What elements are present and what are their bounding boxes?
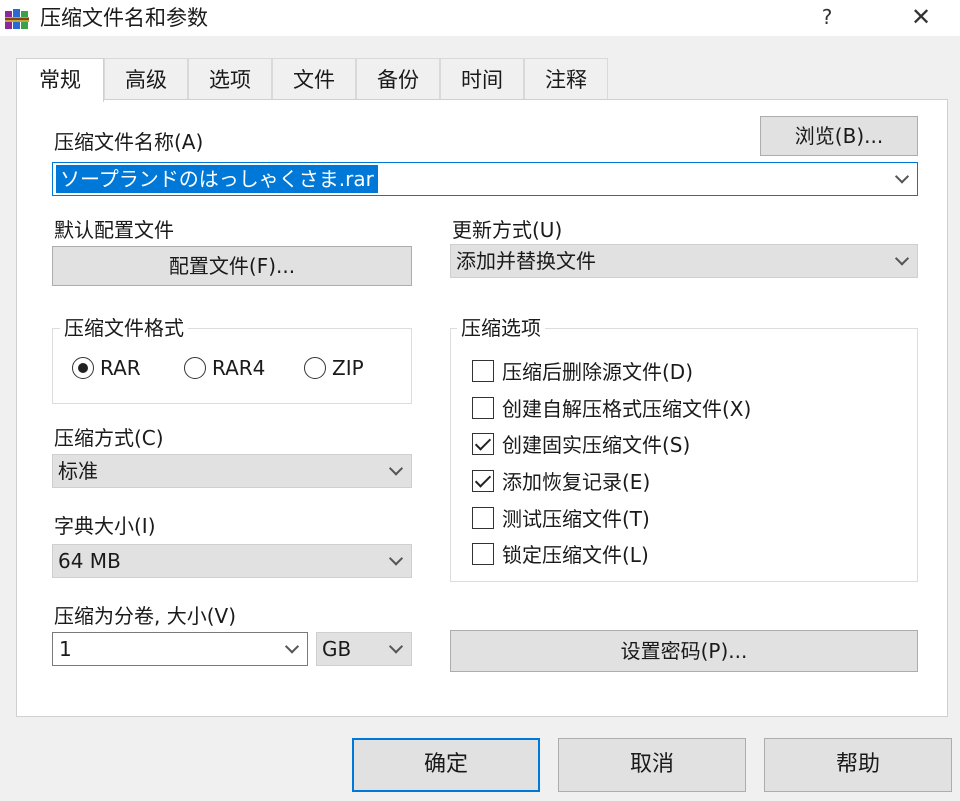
archive-name-label: 压缩文件名称(A) [54, 130, 204, 154]
radio-zip[interactable]: ZIP [304, 356, 364, 380]
close-button[interactable]: ✕ [904, 2, 938, 32]
split-size-combobox[interactable]: 1 [52, 632, 308, 666]
checkbox-recovery-record[interactable]: 添加恢复记录(E) [472, 466, 650, 495]
update-mode-value: 添加并替换文件 [456, 249, 596, 273]
archive-name-combobox[interactable]: ソープランドのはっしゃくさま.rar [52, 162, 918, 196]
radio-label: RAR4 [212, 356, 266, 380]
radio-rar4[interactable]: RAR4 [184, 356, 265, 380]
checkbox[interactable] [472, 469, 494, 492]
archive-name-input[interactable]: ソープランドのはっしゃくさま.rar [56, 165, 378, 193]
checkbox-label: 创建自解压格式压缩文件(X) [502, 397, 752, 421]
checkbox-solid[interactable]: 创建固实压缩文件(S) [472, 429, 690, 458]
dictionary-size-value: 64 MB [58, 549, 121, 573]
chevron-down-icon[interactable] [284, 639, 300, 654]
update-mode-select[interactable]: 添加并替换文件 [450, 244, 918, 278]
checkbox-label: 添加恢复记录(E) [502, 470, 651, 494]
window-title: 压缩文件名和参数 [40, 6, 208, 30]
profiles-button[interactable]: 配置文件(F)... [52, 246, 412, 286]
checkbox-label: 创建固实压缩文件(S) [502, 433, 691, 457]
checkbox[interactable] [472, 359, 494, 382]
checkbox-label: 测试压缩文件(T) [502, 507, 650, 531]
archiving-options-title: 压缩选项 [457, 315, 545, 341]
help-title-button[interactable]: ? [812, 2, 842, 32]
tab-backup[interactable]: 备份 [356, 58, 440, 100]
update-mode-label: 更新方式(U) [452, 218, 563, 242]
split-unit-value: GB [322, 637, 352, 661]
compression-method-select[interactable]: 标准 [52, 454, 412, 488]
tab-general[interactable]: 常规 [16, 58, 104, 102]
radio-label: ZIP [332, 356, 364, 380]
radio-label: RAR [100, 356, 141, 380]
ok-button[interactable]: 确定 [352, 738, 540, 792]
compression-method-value: 标准 [58, 459, 98, 483]
checkbox[interactable] [472, 542, 494, 565]
browse-button[interactable]: 浏览(B)... [760, 116, 918, 156]
split-unit-select[interactable]: GB [316, 632, 412, 666]
radio-button[interactable] [304, 357, 326, 379]
chevron-down-icon[interactable] [388, 639, 404, 654]
checkbox-sfx[interactable]: 创建自解压格式压缩文件(X) [472, 393, 751, 422]
tab-files[interactable]: 文件 [272, 58, 356, 100]
title-bar: 压缩文件名和参数 ? ✕ [0, 0, 960, 36]
split-volumes-label: 压缩为分卷, 大小(V) [54, 604, 237, 628]
checkbox-test-archive[interactable]: 测试压缩文件(T) [472, 503, 650, 532]
chevron-down-icon[interactable] [388, 551, 404, 566]
default-profile-label: 默认配置文件 [54, 218, 174, 242]
radio-button[interactable] [72, 357, 94, 379]
checkbox-label: 锁定压缩文件(L) [502, 543, 649, 567]
checkbox-delete-after[interactable]: 压缩后删除源文件(D) [472, 356, 693, 385]
checkbox[interactable] [472, 432, 494, 455]
set-password-button[interactable]: 设置密码(P)... [450, 630, 918, 672]
tab-comment[interactable]: 注释 [524, 58, 608, 100]
compression-method-label: 压缩方式(C) [54, 426, 164, 450]
dictionary-size-select[interactable]: 64 MB [52, 544, 412, 578]
checkbox-lock-archive[interactable]: 锁定压缩文件(L) [472, 539, 649, 568]
checkbox[interactable] [472, 506, 494, 529]
chevron-down-icon[interactable] [894, 169, 910, 184]
split-size-input[interactable]: 1 [59, 637, 72, 661]
checkbox-label: 压缩后删除源文件(D) [502, 360, 694, 384]
chevron-down-icon[interactable] [894, 251, 910, 266]
cancel-button[interactable]: 取消 [558, 738, 746, 792]
tab-advanced[interactable]: 高级 [104, 58, 188, 100]
help-button[interactable]: 帮助 [764, 738, 952, 792]
dictionary-size-label: 字典大小(I) [54, 514, 156, 538]
chevron-down-icon[interactable] [388, 461, 404, 476]
winrar-books-icon [5, 9, 29, 29]
radio-button[interactable] [184, 357, 206, 379]
radio-rar[interactable]: RAR [72, 356, 141, 380]
tab-options[interactable]: 选项 [188, 58, 272, 100]
archive-format-title: 压缩文件格式 [60, 315, 188, 341]
tab-time[interactable]: 时间 [440, 58, 524, 100]
checkbox[interactable] [472, 396, 494, 419]
